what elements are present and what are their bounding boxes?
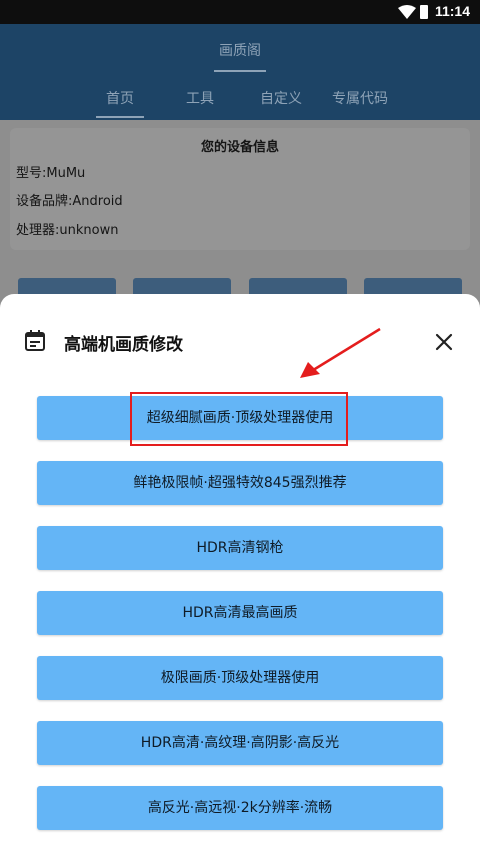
sheet-header: 高端机画质修改 xyxy=(0,294,480,374)
tab-exclusive-code[interactable]: 专属代码 xyxy=(332,88,388,108)
app-bar: 画质阁 首页 工具 自定义 专属代码 xyxy=(0,24,480,120)
device-processor: 处理器:unknown xyxy=(16,223,119,238)
device-info-heading: 您的设备信息 xyxy=(200,140,279,155)
calendar-icon xyxy=(25,330,45,351)
tab-custom[interactable]: 自定义 xyxy=(260,88,302,108)
device-model: 型号:MuMu xyxy=(16,166,86,181)
annotation-arrow-icon xyxy=(300,327,381,378)
device-info-card: 您的设备信息 型号:MuMu 设备品牌:Android 处理器:unknown xyxy=(10,128,470,250)
status-time: 11:14 xyxy=(434,3,470,19)
tab-bar: 首页 工具 自定义 专属代码 xyxy=(0,86,480,120)
wifi-icon xyxy=(398,5,416,19)
tab-home[interactable]: 首页 xyxy=(106,88,134,108)
battery-icon xyxy=(420,5,428,19)
close-icon[interactable] xyxy=(432,330,456,354)
tab-indicator xyxy=(96,116,144,118)
device-brand: 设备品牌:Android xyxy=(16,194,123,209)
sheet-title: 高端机画质修改 xyxy=(64,335,183,355)
status-bar: 11:14 xyxy=(0,0,480,24)
tab-tools[interactable]: 工具 xyxy=(186,88,214,108)
option-button[interactable]: HDR高清·高纹理·高阴影·高反光 xyxy=(37,721,443,765)
option-button[interactable]: 极限画质·顶级处理器使用 xyxy=(37,656,443,700)
title-underline xyxy=(214,70,266,72)
option-button[interactable]: HDR高清最高画质 xyxy=(37,591,443,635)
app-title: 画质阁 xyxy=(219,43,261,59)
bottom-sheet: 高端机画质修改 超级细腻画质·顶级处理器使用 鲜艳极限帧·超强特效845强烈推荐… xyxy=(0,294,480,853)
option-button[interactable]: HDR高清钢枪 xyxy=(37,526,443,570)
option-button[interactable]: 超级细腻画质·顶级处理器使用 xyxy=(37,396,443,440)
option-button[interactable]: 高反光·高远视·2k分辨率·流畅 xyxy=(37,786,443,830)
option-button[interactable]: 鲜艳极限帧·超强特效845强烈推荐 xyxy=(37,461,443,505)
